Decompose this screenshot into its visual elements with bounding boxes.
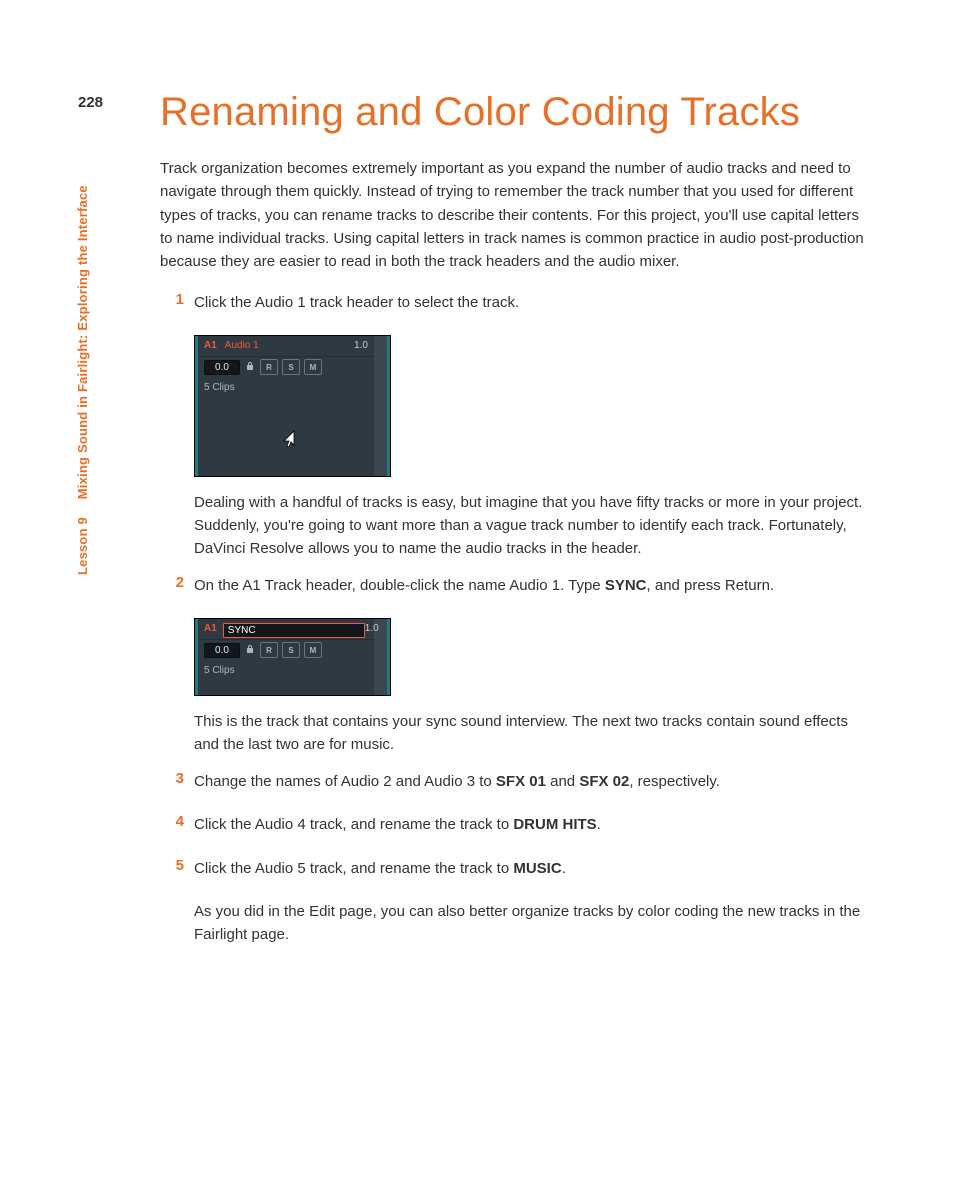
explain-after-step-2: This is the track that contains your syn…	[194, 710, 874, 757]
text-run: On the A1 Track header, double-click the…	[194, 577, 605, 594]
step-text: On the A1 Track header, double-click the…	[194, 574, 874, 597]
track-header-row[interactable]: A1 1.0	[198, 619, 374, 639]
track-color-strip-right	[387, 619, 390, 695]
track-gutter	[374, 336, 387, 476]
step-text: Click the Audio 5 track, and rename the …	[194, 857, 874, 880]
text-run: , respectively.	[629, 773, 720, 790]
record-arm-button[interactable]: R	[260, 359, 278, 375]
step-number: 2	[160, 574, 194, 607]
track-volume-readout[interactable]: 0.0	[204, 643, 240, 658]
explain-after-step-5: As you did in the Edit page, you can als…	[194, 900, 874, 947]
step-body: On the A1 Track header, double-click the…	[194, 574, 874, 607]
intro-paragraph: Track organization becomes extremely imp…	[160, 157, 874, 273]
text-run: , and press Return.	[647, 577, 775, 594]
step-number: 1	[160, 291, 194, 324]
track-meter-value: 1.0	[365, 623, 379, 634]
step-number: 3	[160, 770, 194, 803]
step-text: Click the Audio 4 track, and rename the …	[194, 813, 874, 836]
cursor-icon	[281, 430, 295, 451]
text-run: .	[597, 816, 601, 833]
solo-button[interactable]: S	[282, 359, 300, 375]
text-run: .	[562, 860, 566, 877]
text-run: Click the Audio 5 track, and rename the …	[194, 860, 513, 877]
step-number: 5	[160, 857, 194, 890]
lock-icon[interactable]	[244, 361, 256, 374]
paragraph: Dealing with a handful of tracks is easy…	[194, 491, 874, 561]
step-body: Click the Audio 5 track, and rename the …	[194, 857, 874, 890]
page-number: 228	[78, 94, 103, 111]
step-2: 2 On the A1 Track header, double-click t…	[160, 574, 874, 607]
track-id-label: A1	[204, 623, 217, 634]
step-text: Change the names of Audio 2 and Audio 3 …	[194, 770, 874, 793]
step-1: 1 Click the Audio 1 track header to sele…	[160, 291, 874, 324]
bold-run: SFX 02	[579, 773, 629, 790]
side-chapter-title: Mixing Sound in Fairlight: Exploring the…	[75, 185, 90, 499]
page-title: Renaming and Color Coding Tracks	[160, 90, 874, 135]
side-lesson-label: Lesson 9	[75, 517, 90, 575]
lock-icon[interactable]	[244, 644, 256, 657]
track-meter-value: 1.0	[354, 340, 368, 351]
step-4: 4 Click the Audio 4 track, and rename th…	[160, 813, 874, 846]
track-name-edit-wrap	[223, 620, 365, 638]
track-name-label[interactable]: Audio 1	[225, 340, 354, 351]
solo-button[interactable]: S	[282, 642, 300, 658]
track-name-input[interactable]	[223, 623, 365, 638]
bold-run: SYNC	[605, 577, 647, 594]
mute-button[interactable]: M	[304, 359, 322, 375]
text-run: Change the names of Audio 2 and Audio 3 …	[194, 773, 496, 790]
clips-count-label: 5 Clips	[204, 665, 235, 676]
track-controls-row: 0.0 R S M	[198, 356, 374, 378]
bold-run: SFX 01	[496, 773, 546, 790]
track-controls-row: 0.0 R S M	[198, 639, 374, 661]
step-body: Change the names of Audio 2 and Audio 3 …	[194, 770, 874, 803]
page: 228 Lesson 9 Mixing Sound in Fairlight: …	[0, 0, 954, 1177]
screenshot-track-header-select: A1 Audio 1 1.0 0.0 R S M 5 Clips	[194, 335, 391, 477]
step-number: 4	[160, 813, 194, 846]
track-id-label: A1	[204, 340, 217, 351]
step-text: Click the Audio 1 track header to select…	[194, 291, 874, 314]
paragraph: This is the track that contains your syn…	[194, 710, 874, 757]
step-body: Click the Audio 1 track header to select…	[194, 291, 874, 324]
text-run: Click the Audio 4 track, and rename the …	[194, 816, 513, 833]
bold-run: DRUM HITS	[513, 816, 596, 833]
side-running-head: Lesson 9 Mixing Sound in Fairlight: Expl…	[75, 185, 90, 575]
paragraph: As you did in the Edit page, you can als…	[194, 900, 874, 947]
bold-run: MUSIC	[513, 860, 561, 877]
explain-after-step-1: Dealing with a handful of tracks is easy…	[194, 491, 874, 561]
step-3: 3 Change the names of Audio 2 and Audio …	[160, 770, 874, 803]
text-run: and	[546, 773, 579, 790]
screenshot-track-header-rename: A1 1.0 0.0 R S M 5 Clips	[194, 618, 391, 696]
track-volume-readout[interactable]: 0.0	[204, 360, 240, 375]
track-header-row[interactable]: A1 Audio 1 1.0	[198, 336, 374, 356]
step-body: Click the Audio 4 track, and rename the …	[194, 813, 874, 846]
clips-count-label: 5 Clips	[204, 382, 235, 393]
track-color-strip-right	[387, 336, 390, 476]
step-5: 5 Click the Audio 5 track, and rename th…	[160, 857, 874, 890]
record-arm-button[interactable]: R	[260, 642, 278, 658]
mute-button[interactable]: M	[304, 642, 322, 658]
